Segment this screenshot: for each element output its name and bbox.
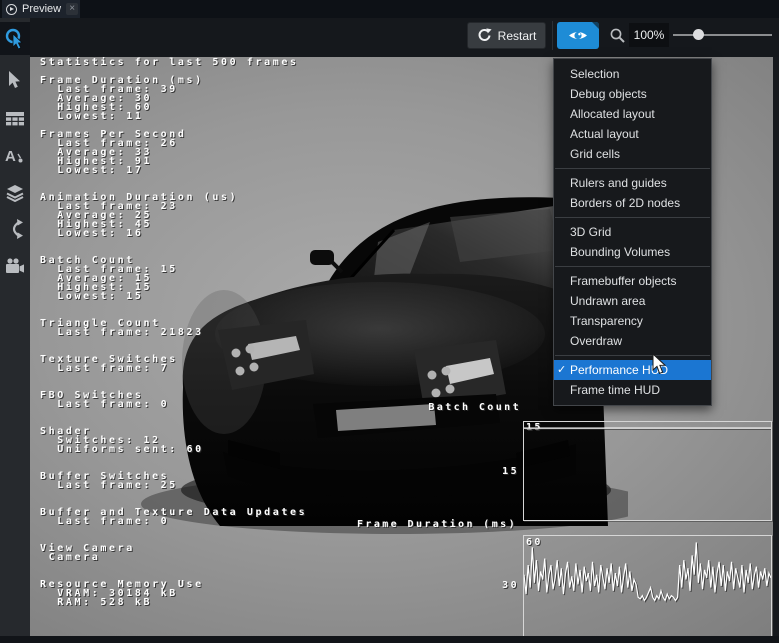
text-tool-button[interactable]: A xyxy=(0,139,30,172)
menu-item-debug-objects[interactable]: Debug objects xyxy=(554,84,711,104)
window-bottom-edge xyxy=(0,636,779,643)
batch-count-graph-title: Batch Count xyxy=(428,402,521,413)
checkmark-icon: ✓ xyxy=(557,360,566,380)
batch-count-graph xyxy=(523,421,772,521)
grid-icon xyxy=(6,112,24,126)
zoom-slider-thumb[interactable] xyxy=(693,29,704,40)
menu-item-grid-cells[interactable]: Grid cells xyxy=(554,144,711,164)
menu-item-overdraw[interactable]: Overdraw xyxy=(554,331,711,351)
svg-text:A: A xyxy=(5,148,16,164)
mouse-cursor xyxy=(652,354,668,376)
menu-separator xyxy=(555,217,710,218)
zoom-level-value[interactable]: 100% xyxy=(629,23,669,47)
tab-preview[interactable]: Preview × xyxy=(2,0,80,18)
menu-item-rulers-and-guides[interactable]: Rulers and guides xyxy=(554,173,711,193)
tab-title: Preview xyxy=(22,3,61,15)
text-tool-icon: A xyxy=(5,147,25,164)
preview-window: Preview × Restart 100% xyxy=(0,0,779,643)
visualizations-menu: Selection Debug objects Allocated layout… xyxy=(553,58,712,406)
zoom-slider[interactable] xyxy=(673,23,772,47)
window-right-edge xyxy=(773,57,779,643)
grid-tool-button[interactable] xyxy=(0,102,30,135)
menu-item-borders-of-2d-nodes[interactable]: Borders of 2D nodes xyxy=(554,193,711,213)
branch-arrows-icon xyxy=(6,219,24,239)
arrow-cursor-icon xyxy=(8,71,22,89)
visualizations-dropdown-button[interactable] xyxy=(557,22,599,49)
restart-icon xyxy=(477,28,492,43)
menu-item-transparency[interactable]: Transparency xyxy=(554,311,711,331)
tool-sidebar: A xyxy=(0,18,30,643)
video-camera-icon xyxy=(5,258,25,274)
menu-item-framebuffer-objects[interactable]: Framebuffer objects xyxy=(554,271,711,291)
zoom-magnifier-icon xyxy=(609,27,626,44)
frame-duration-graph-title: Frame Duration (ms) xyxy=(357,519,517,530)
layers-icon xyxy=(5,184,25,202)
performance-hud-stats: Statistics for last 500 frames Frame Dur… xyxy=(40,58,307,607)
menu-item-undrawn-area[interactable]: Undrawn area xyxy=(554,291,711,311)
menu-separator xyxy=(555,266,710,267)
close-icon[interactable]: × xyxy=(66,3,78,15)
menu-item-actual-layout[interactable]: Actual layout xyxy=(554,124,711,144)
select-tool-button[interactable] xyxy=(0,63,30,96)
menu-item-selection[interactable]: Selection xyxy=(554,64,711,84)
frame-duration-graph xyxy=(523,535,772,636)
menu-separator xyxy=(555,355,710,356)
dropdown-corner-arrow-icon xyxy=(592,22,599,29)
menu-item-bounding-volumes[interactable]: Bounding Volumes xyxy=(554,242,711,262)
restart-label: Restart xyxy=(498,29,537,43)
toolbar-divider xyxy=(552,21,553,50)
toolbar: Restart 100% xyxy=(0,18,779,57)
play-icon xyxy=(6,4,17,15)
interact-cursor-icon xyxy=(5,28,25,50)
restart-button[interactable]: Restart xyxy=(467,22,546,49)
camera-tool-button[interactable] xyxy=(0,249,30,282)
zoom-slider-track[interactable] xyxy=(673,34,772,36)
layers-tool-button[interactable] xyxy=(0,176,30,209)
connections-tool-button[interactable] xyxy=(0,212,30,245)
frame-duration-mid-label: 30 xyxy=(502,580,519,591)
menu-item-allocated-layout[interactable]: Allocated layout xyxy=(554,104,711,124)
menu-separator xyxy=(555,168,710,169)
menu-item-performance-hud[interactable]: ✓ Performance HUD xyxy=(554,360,711,380)
menu-item-3d-grid[interactable]: 3D Grid xyxy=(554,222,711,242)
tab-bar: Preview × xyxy=(0,0,779,18)
batch-count-mid-label: 15 xyxy=(502,466,519,477)
interact-tool-button[interactable] xyxy=(0,22,30,55)
menu-item-frame-time-hud[interactable]: Frame time HUD xyxy=(554,380,711,400)
